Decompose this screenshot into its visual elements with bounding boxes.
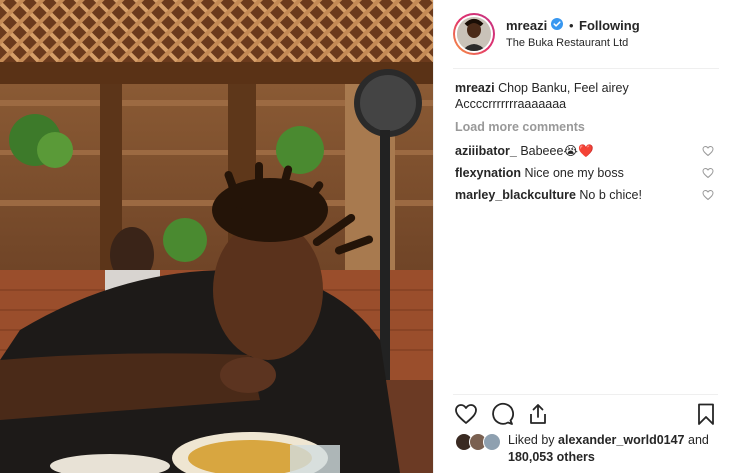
- likes-suffix: others: [556, 450, 595, 464]
- comment-like-heart-icon[interactable]: [702, 167, 714, 179]
- post-header: mreazi • Following The Buka Restaurant L…: [434, 0, 734, 70]
- heart-icon[interactable]: [454, 402, 478, 426]
- likes-prefix: Liked by: [508, 433, 555, 447]
- likes-text: Liked by alexander_world0147 and 180,053…: [508, 432, 728, 466]
- liker-avatar[interactable]: [483, 433, 501, 451]
- caption-username[interactable]: mreazi: [455, 81, 495, 95]
- comment-username[interactable]: aziiibator_: [455, 144, 517, 158]
- comment-text: No b chice!: [579, 188, 642, 202]
- load-more-comments-button[interactable]: Load more comments: [455, 120, 585, 134]
- avatar-border: [455, 15, 493, 53]
- comment-like-heart-icon[interactable]: [702, 189, 714, 201]
- likes-count-link[interactable]: 180,053 others: [508, 450, 595, 464]
- likes-user-link[interactable]: alexander_world0147: [558, 433, 684, 447]
- bookmark-icon[interactable]: [694, 402, 718, 426]
- actions-divider: [453, 394, 718, 395]
- comment-item: flexynation Nice one my boss: [455, 165, 710, 181]
- likes-and: and: [688, 433, 709, 447]
- following-button[interactable]: Following: [579, 18, 640, 33]
- liked-by-avatars: [455, 433, 505, 451]
- post-caption: mreazi Chop Banku, Feel airey Accccrrrrr…: [455, 80, 717, 112]
- post-details-panel: mreazi • Following The Buka Restaurant L…: [433, 0, 734, 473]
- comment-item: aziiibator_ Babeee😭❤️: [455, 143, 710, 159]
- likes-count: 180,053: [508, 450, 554, 464]
- header-username[interactable]: mreazi: [506, 18, 547, 33]
- post-photo[interactable]: [0, 0, 433, 473]
- comment-icon[interactable]: [490, 402, 514, 426]
- comment-text: Babeee😭❤️: [520, 144, 594, 158]
- avatar-image: [457, 17, 491, 51]
- comment-username[interactable]: marley_blackculture: [455, 188, 576, 202]
- location-link[interactable]: The Buka Restaurant Ltd: [506, 37, 628, 49]
- share-icon[interactable]: [526, 402, 550, 426]
- post-photo-illustration: [0, 0, 433, 473]
- verified-badge-icon: [551, 18, 563, 30]
- comment-text: Nice one my boss: [524, 166, 624, 180]
- avatar[interactable]: [453, 13, 495, 55]
- header-separator: •: [569, 18, 574, 33]
- comment-username[interactable]: flexynation: [455, 166, 521, 180]
- comment-like-heart-icon[interactable]: [702, 145, 714, 157]
- comment-item: marley_blackculture No b chice!: [455, 187, 710, 203]
- header-divider: [453, 68, 719, 69]
